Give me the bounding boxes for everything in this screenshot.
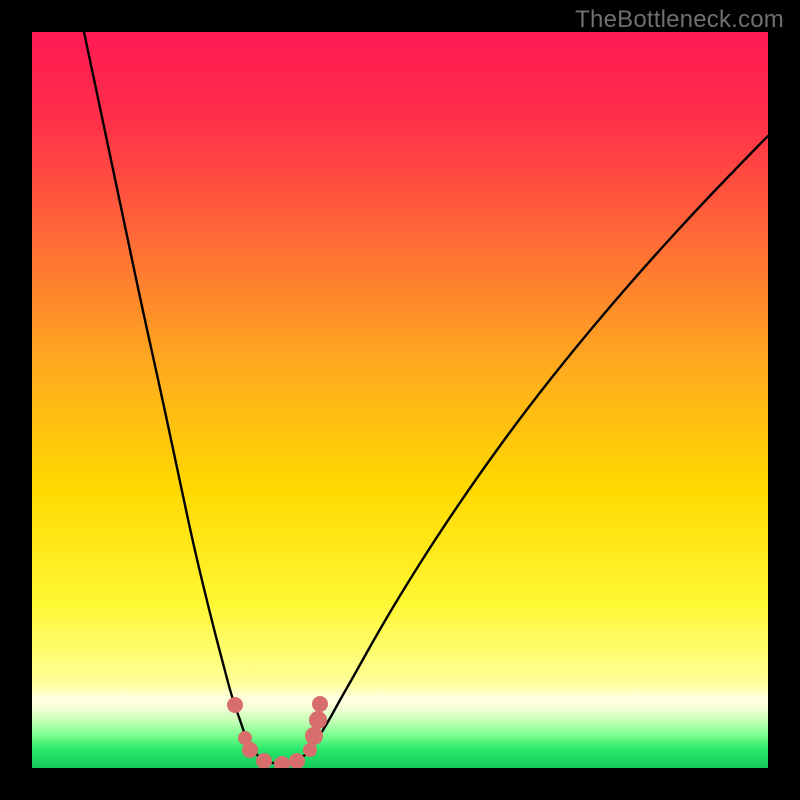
curve-layer xyxy=(32,32,768,768)
marker-point xyxy=(242,742,258,758)
watermark-text: TheBottleneck.com xyxy=(575,6,784,34)
plot-area xyxy=(32,32,768,768)
marker-point xyxy=(305,727,323,745)
marker-point xyxy=(303,743,317,757)
chart-frame: TheBottleneck.com xyxy=(0,0,800,800)
marker-point xyxy=(227,697,243,713)
marker-point xyxy=(309,711,327,729)
series-right-branch xyxy=(310,136,768,750)
series-left-branch xyxy=(84,32,252,750)
marker-point xyxy=(312,696,328,712)
marker-point xyxy=(274,756,290,768)
